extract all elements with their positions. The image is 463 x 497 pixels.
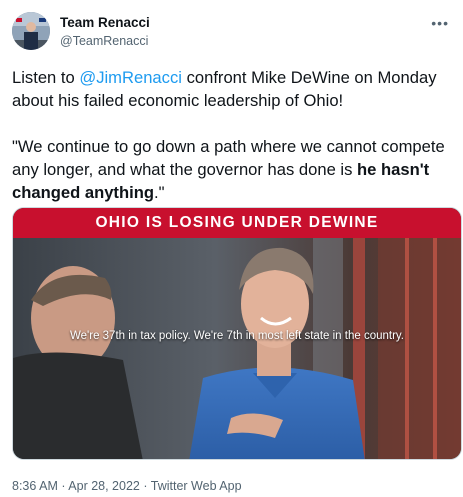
tweet-paragraph-1: Listen to @JimRenacci confront Mike DeWi…	[12, 66, 452, 112]
mention-link[interactable]: @JimRenacci	[79, 68, 182, 87]
more-dots-icon[interactable]: •••	[431, 15, 449, 31]
tweet-paragraph-2: "We continue to go down a path where we …	[12, 135, 452, 204]
tweet-meta: 8:36 AM · Apr 28, 2022 · Twitter Web App	[12, 479, 242, 493]
video-banner: OHIO IS LOSING UNDER DEWINE	[13, 208, 461, 238]
avatar[interactable]	[12, 12, 50, 50]
tweet-timestamp[interactable]: 8:36 AM · Apr 28, 2022	[12, 479, 140, 493]
tweet-source-link[interactable]: Twitter Web App	[151, 479, 242, 493]
author-name[interactable]: Team Renacci	[60, 15, 150, 30]
meta-separator: ·	[139, 479, 151, 493]
tweet-text-segment: Listen to	[12, 68, 80, 87]
author-handle[interactable]: @TeamRenacci	[60, 34, 148, 48]
video-media[interactable]: OHIO IS LOSING UNDER DEWINE We're 37th i…	[12, 207, 462, 460]
video-caption: We're 37th in tax policy. We're 7th in m…	[70, 330, 404, 342]
avatar-image	[12, 12, 50, 50]
tweet-text: Listen to @JimRenacci confront Mike DeWi…	[12, 66, 452, 204]
tweet-text-segment: ."	[153, 183, 165, 202]
